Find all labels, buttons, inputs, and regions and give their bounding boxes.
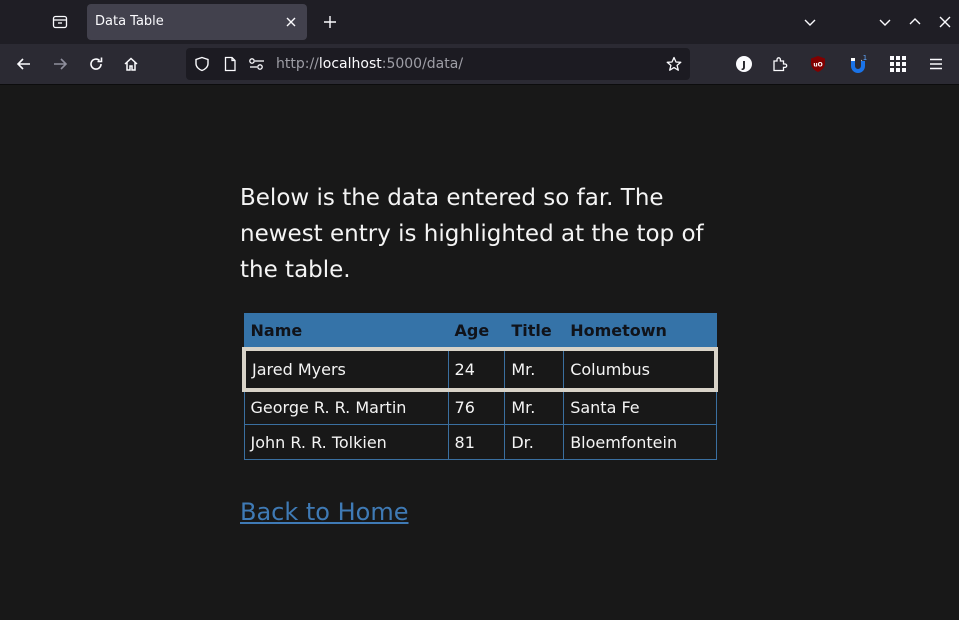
forward-button[interactable] [45,49,75,79]
cell-title: Dr. [504,424,565,460]
ublock-shield-icon: uO [811,56,825,72]
new-tab-button[interactable] [316,8,344,36]
back-button[interactable] [9,49,39,79]
menu-button[interactable] [921,49,951,79]
nav-toolbar: http://localhost:5000/data/ J uO 1 [0,44,959,85]
extensions-button[interactable] [765,49,795,79]
permissions-icon [249,58,264,70]
url-host: localhost [318,56,382,72]
svg-text:J: J [741,60,746,71]
minimize-button[interactable] [871,8,899,36]
home-icon [124,57,138,71]
cell-hometown: Bloemfontein [563,424,717,460]
maximize-button[interactable] [901,8,929,36]
close-icon [286,17,296,27]
url-scheme: http:// [276,56,319,72]
page-content: Below is the data entered so far. The ne… [0,85,959,620]
tab-data-table[interactable]: Data Table [87,4,307,40]
header-name: Name [243,313,449,349]
close-icon [939,16,951,28]
magnet-icon: 1 [851,53,869,73]
url-text[interactable]: http://localhost:5000/data/ [276,56,463,72]
tracking-protection-button[interactable] [192,54,212,74]
svg-text:uO: uO [813,62,822,69]
tab-close-button[interactable] [281,12,301,32]
cell-name: Jared Myers [241,346,449,392]
intro-text: Below is the data entered so far. The ne… [240,185,704,283]
permissions-button[interactable] [247,54,267,74]
cell-title: Mr. [504,346,565,392]
plus-icon [324,16,336,28]
tab-title: Data Table [95,14,164,29]
cell-name: John R. R. Tolkien [243,424,449,460]
firefox-view-button[interactable] [44,6,76,38]
cell-age: 24 [447,346,506,392]
home-button[interactable] [116,49,146,79]
chevron-down-icon [879,19,891,26]
hamburger-icon [930,58,942,70]
bitwarden-extension-button[interactable]: 1 [843,49,873,79]
firefox-view-icon [52,15,68,29]
window-close-button[interactable] [931,8,959,36]
chevron-up-icon [909,18,921,25]
cell-age: 81 [447,424,506,460]
arrow-left-icon [16,58,30,70]
back-to-home-link[interactable]: Back to Home [240,498,409,526]
cell-hometown: Columbus [563,346,719,392]
chevron-down-icon [804,19,816,26]
reload-icon [90,57,103,70]
page-icon [224,56,236,72]
table-header-row: Name Age Title Hometown [243,313,717,349]
url-path: :5000/data/ [381,56,464,72]
header-hometown: Hometown [563,313,717,349]
url-bar[interactable]: http://localhost:5000/data/ [186,48,690,80]
header-title: Title [504,313,565,349]
cell-name: George R. R. Martin [243,389,449,425]
profile-extension-button[interactable]: J [729,49,759,79]
bookmark-button[interactable] [664,54,684,74]
tab-bar: Data Table [0,0,959,44]
table-row-newest: Jared Myers 24 Mr. Columbus [241,346,719,392]
reload-button[interactable] [81,49,111,79]
header-age: Age [447,313,506,349]
data-table: Name Age Title Hometown Jared Myers 24 M… [241,313,719,460]
cell-title: Mr. [504,389,565,425]
list-all-tabs-button[interactable] [796,8,824,36]
grid-icon [890,56,906,72]
apps-grid-button[interactable] [883,49,913,79]
cell-hometown: Santa Fe [563,389,717,425]
star-icon [666,56,682,71]
table-row: John R. R. Tolkien 81 Dr. Bloemfontein [243,424,717,460]
site-info-button[interactable] [220,54,240,74]
extension-badge: 1 [863,54,867,62]
ublock-extension-button[interactable]: uO [803,49,833,79]
profile-icon: J [736,56,752,72]
shield-icon [195,56,209,72]
puzzle-icon [773,57,788,72]
table-row: George R. R. Martin 76 Mr. Santa Fe [243,389,717,425]
cell-age: 76 [447,389,506,425]
arrow-right-icon [54,58,68,70]
